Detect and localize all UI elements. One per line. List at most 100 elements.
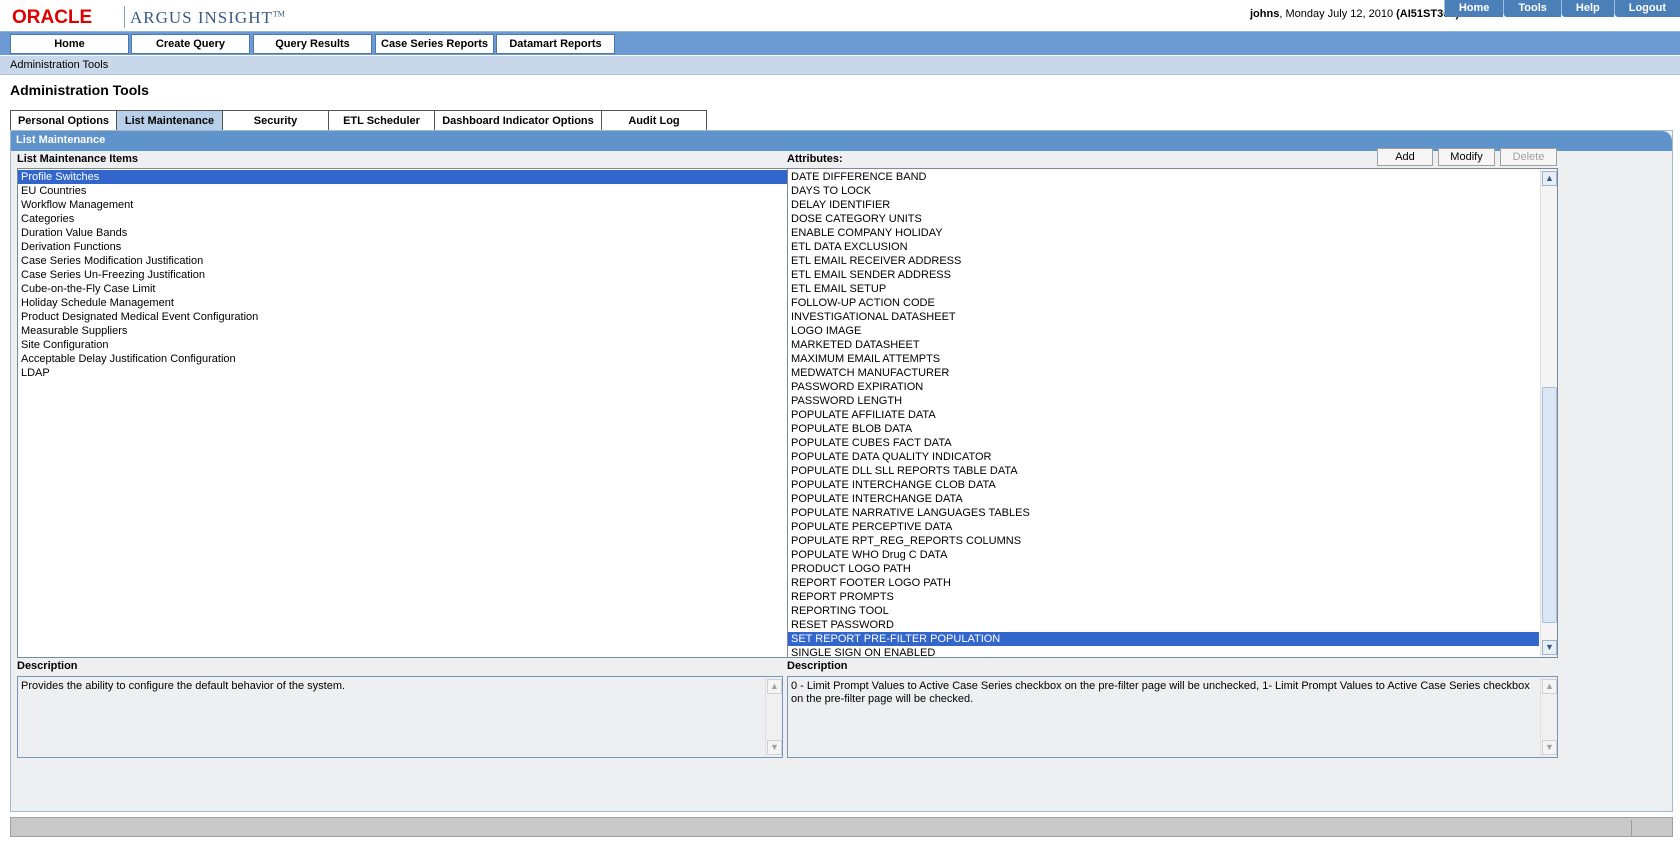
username: johns xyxy=(1250,8,1280,20)
attribute-item[interactable]: ETL DATA EXCLUSION xyxy=(788,240,1539,254)
attribute-item[interactable]: POPULATE AFFILIATE DATA xyxy=(788,408,1539,422)
list-item[interactable]: Categories xyxy=(18,212,790,226)
list-item[interactable]: EU Countries xyxy=(18,184,790,198)
list-item[interactable]: Case Series Modification Justification xyxy=(18,254,790,268)
attribute-item[interactable]: POPULATE PERCEPTIVE DATA xyxy=(788,520,1539,534)
attribute-item[interactable]: MEDWATCH MANUFACTURER xyxy=(788,366,1539,380)
top-link-logout[interactable]: Logout xyxy=(1613,0,1680,17)
scroll-up-icon[interactable]: ▲ xyxy=(1542,171,1557,186)
scroll-thumb[interactable] xyxy=(1542,387,1557,623)
top-link-tools[interactable]: Tools xyxy=(1503,0,1561,17)
nav-datamart-reports-button[interactable]: Datamart Reports xyxy=(496,34,615,54)
top-link-help[interactable]: Help xyxy=(1560,0,1614,17)
list-item[interactable]: Site Configuration xyxy=(18,338,790,352)
list-item[interactable]: Product Designated Medical Event Configu… xyxy=(18,310,790,324)
delete-button[interactable]: Delete xyxy=(1500,148,1557,166)
list-item[interactable]: Workflow Management xyxy=(18,198,790,212)
attributes-listbox[interactable]: DATE DIFFERENCE BAND DAYS TO LOCK DELAY ID… xyxy=(787,168,1558,658)
attribute-item[interactable]: DAYS TO LOCK xyxy=(788,184,1539,198)
attribute-item[interactable]: ETL EMAIL SETUP xyxy=(788,282,1539,296)
attribute-item[interactable]: MAXIMUM EMAIL ATTEMPTS xyxy=(788,352,1539,366)
attribute-item[interactable]: REPORT PROMPTS xyxy=(788,590,1539,604)
scroll-up-icon[interactable]: ▲ xyxy=(767,679,782,694)
tab-list-maintenance[interactable]: List Maintenance xyxy=(116,110,223,130)
description-label-right: Description xyxy=(787,660,848,672)
attribute-item[interactable]: PASSWORD LENGTH xyxy=(788,394,1539,408)
description-right-scrollbar[interactable]: ▲ ▼ xyxy=(1540,677,1557,757)
list-maintenance-items-listbox[interactable]: Profile Switches EU Countries Workflow Man… xyxy=(17,168,791,658)
app-header: ORACLE ARGUS INSIGHTTM johns, Monday Jul… xyxy=(0,0,1680,32)
product-name-text: ARGUS INSIGHT xyxy=(130,8,273,27)
attribute-item[interactable]: PRODUCT LOGO PATH xyxy=(788,562,1539,576)
nav-query-results-button[interactable]: Query Results xyxy=(253,34,372,54)
attribute-item[interactable]: POPULATE WHO Drug C DATA xyxy=(788,548,1539,562)
scroll-down-icon[interactable]: ▼ xyxy=(767,740,782,755)
attribute-item[interactable]: RESET PASSWORD xyxy=(788,618,1539,632)
attribute-item[interactable]: INVESTIGATIONAL DATASHEET xyxy=(788,310,1539,324)
breadcrumb-bar: Administration Tools xyxy=(0,56,1680,75)
attribute-item[interactable]: ETL EMAIL SENDER ADDRESS xyxy=(788,268,1539,282)
scroll-down-icon[interactable]: ▼ xyxy=(1542,640,1557,655)
nav-home-button[interactable]: Home xyxy=(10,34,129,54)
admin-tabs: Personal Options List Maintenance Securi… xyxy=(10,110,707,130)
attribute-description-text: 0 - Limit Prompt Values to Active Case S… xyxy=(791,680,1530,705)
attribute-item[interactable]: POPULATE DATA QUALITY INDICATOR xyxy=(788,450,1539,464)
tab-audit-log[interactable]: Audit Log xyxy=(601,110,707,130)
attribute-item[interactable]: MARKETED DATASHEET xyxy=(788,338,1539,352)
panel-title: List Maintenance xyxy=(16,134,106,146)
attribute-item[interactable]: SINGLE SIGN ON ENABLED xyxy=(788,646,1539,657)
description-label-left: Description xyxy=(17,660,78,672)
attribute-description: 0 - Limit Prompt Values to Active Case S… xyxy=(787,676,1558,758)
attribute-item[interactable]: POPULATE NARRATIVE LANGUAGES TABLES xyxy=(788,506,1539,520)
tab-dashboard-indicator-options[interactable]: Dashboard Indicator Options xyxy=(434,110,602,130)
list-item-description-text: Provides the ability to configure the de… xyxy=(21,680,346,692)
page-title: Administration Tools xyxy=(10,82,149,98)
attribute-item[interactable]: PASSWORD EXPIRATION xyxy=(788,380,1539,394)
attribute-item[interactable]: POPULATE CUBES FACT DATA xyxy=(788,436,1539,450)
attribute-item[interactable]: ENABLE COMPANY HOLIDAY xyxy=(788,226,1539,240)
attribute-item[interactable]: DOSE CATEGORY UNITS xyxy=(788,212,1539,226)
description-left-scrollbar[interactable]: ▲ ▼ xyxy=(765,677,782,757)
current-date: , Monday July 12, 2010 xyxy=(1279,8,1397,20)
list-item[interactable]: Case Series Un-Freezing Justification xyxy=(18,268,790,282)
top-link-home[interactable]: Home xyxy=(1443,0,1504,17)
attributes-scrollbar[interactable]: ▲ ▼ xyxy=(1540,169,1557,657)
list-item[interactable]: Holiday Schedule Management xyxy=(18,296,790,310)
main-nav: Home Create Query Query Results Case Ser… xyxy=(0,31,1680,55)
tab-security[interactable]: Security xyxy=(222,110,329,130)
attribute-item[interactable]: POPULATE DLL SLL REPORTS TABLE DATA xyxy=(788,464,1539,478)
attribute-item[interactable]: ETL EMAIL RECEIVER ADDRESS xyxy=(788,254,1539,268)
list-item[interactable]: Profile Switches xyxy=(18,170,790,184)
attribute-item[interactable]: LOGO IMAGE xyxy=(788,324,1539,338)
scroll-up-icon[interactable]: ▲ xyxy=(1542,679,1557,694)
attribute-item[interactable]: FOLLOW-UP ACTION CODE xyxy=(788,296,1539,310)
attribute-item[interactable]: POPULATE INTERCHANGE CLOB DATA xyxy=(788,478,1539,492)
attribute-item[interactable]: POPULATE BLOB DATA xyxy=(788,422,1539,436)
trademark-mark: TM xyxy=(272,9,285,19)
nav-create-query-button[interactable]: Create Query xyxy=(131,34,250,54)
list-item[interactable]: Duration Value Bands xyxy=(18,226,790,240)
list-item[interactable]: Derivation Functions xyxy=(18,240,790,254)
list-item[interactable]: Acceptable Delay Justification Configura… xyxy=(18,352,790,366)
attribute-item[interactable]: SET REPORT PRE-FILTER POPULATION xyxy=(788,632,1539,646)
nav-case-series-reports-button[interactable]: Case Series Reports xyxy=(375,34,494,54)
modify-button[interactable]: Modify xyxy=(1438,148,1495,166)
attribute-item[interactable]: REPORTING TOOL xyxy=(788,604,1539,618)
list-item[interactable]: Cube-on-the-Fly Case Limit xyxy=(18,282,790,296)
attribute-item[interactable]: POPULATE RPT_REG_REPORTS COLUMNS xyxy=(788,534,1539,548)
attributes-label: Attributes: xyxy=(787,153,843,165)
attributes-container: DATE DIFFERENCE BAND DAYS TO LOCK DELAY ID… xyxy=(788,169,1557,657)
attribute-item[interactable]: POPULATE INTERCHANGE DATA xyxy=(788,492,1539,506)
status-bar xyxy=(10,817,1673,837)
tab-personal-options[interactable]: Personal Options xyxy=(10,110,117,130)
add-button[interactable]: Add xyxy=(1377,148,1433,166)
user-info: johns, Monday July 12, 2010 (AI51ST360) xyxy=(1250,8,1459,20)
attribute-item[interactable]: REPORT FOOTER LOGO PATH xyxy=(788,576,1539,590)
attribute-item[interactable]: DELAY IDENTIFIER xyxy=(788,198,1539,212)
list-item[interactable]: Measurable Suppliers xyxy=(18,324,790,338)
list-item-description: Provides the ability to configure the de… xyxy=(17,676,783,758)
tab-etl-scheduler[interactable]: ETL Scheduler xyxy=(328,110,435,130)
attribute-item[interactable]: DATE DIFFERENCE BAND xyxy=(788,170,1539,184)
scroll-down-icon[interactable]: ▼ xyxy=(1542,740,1557,755)
list-item[interactable]: LDAP xyxy=(18,366,790,380)
